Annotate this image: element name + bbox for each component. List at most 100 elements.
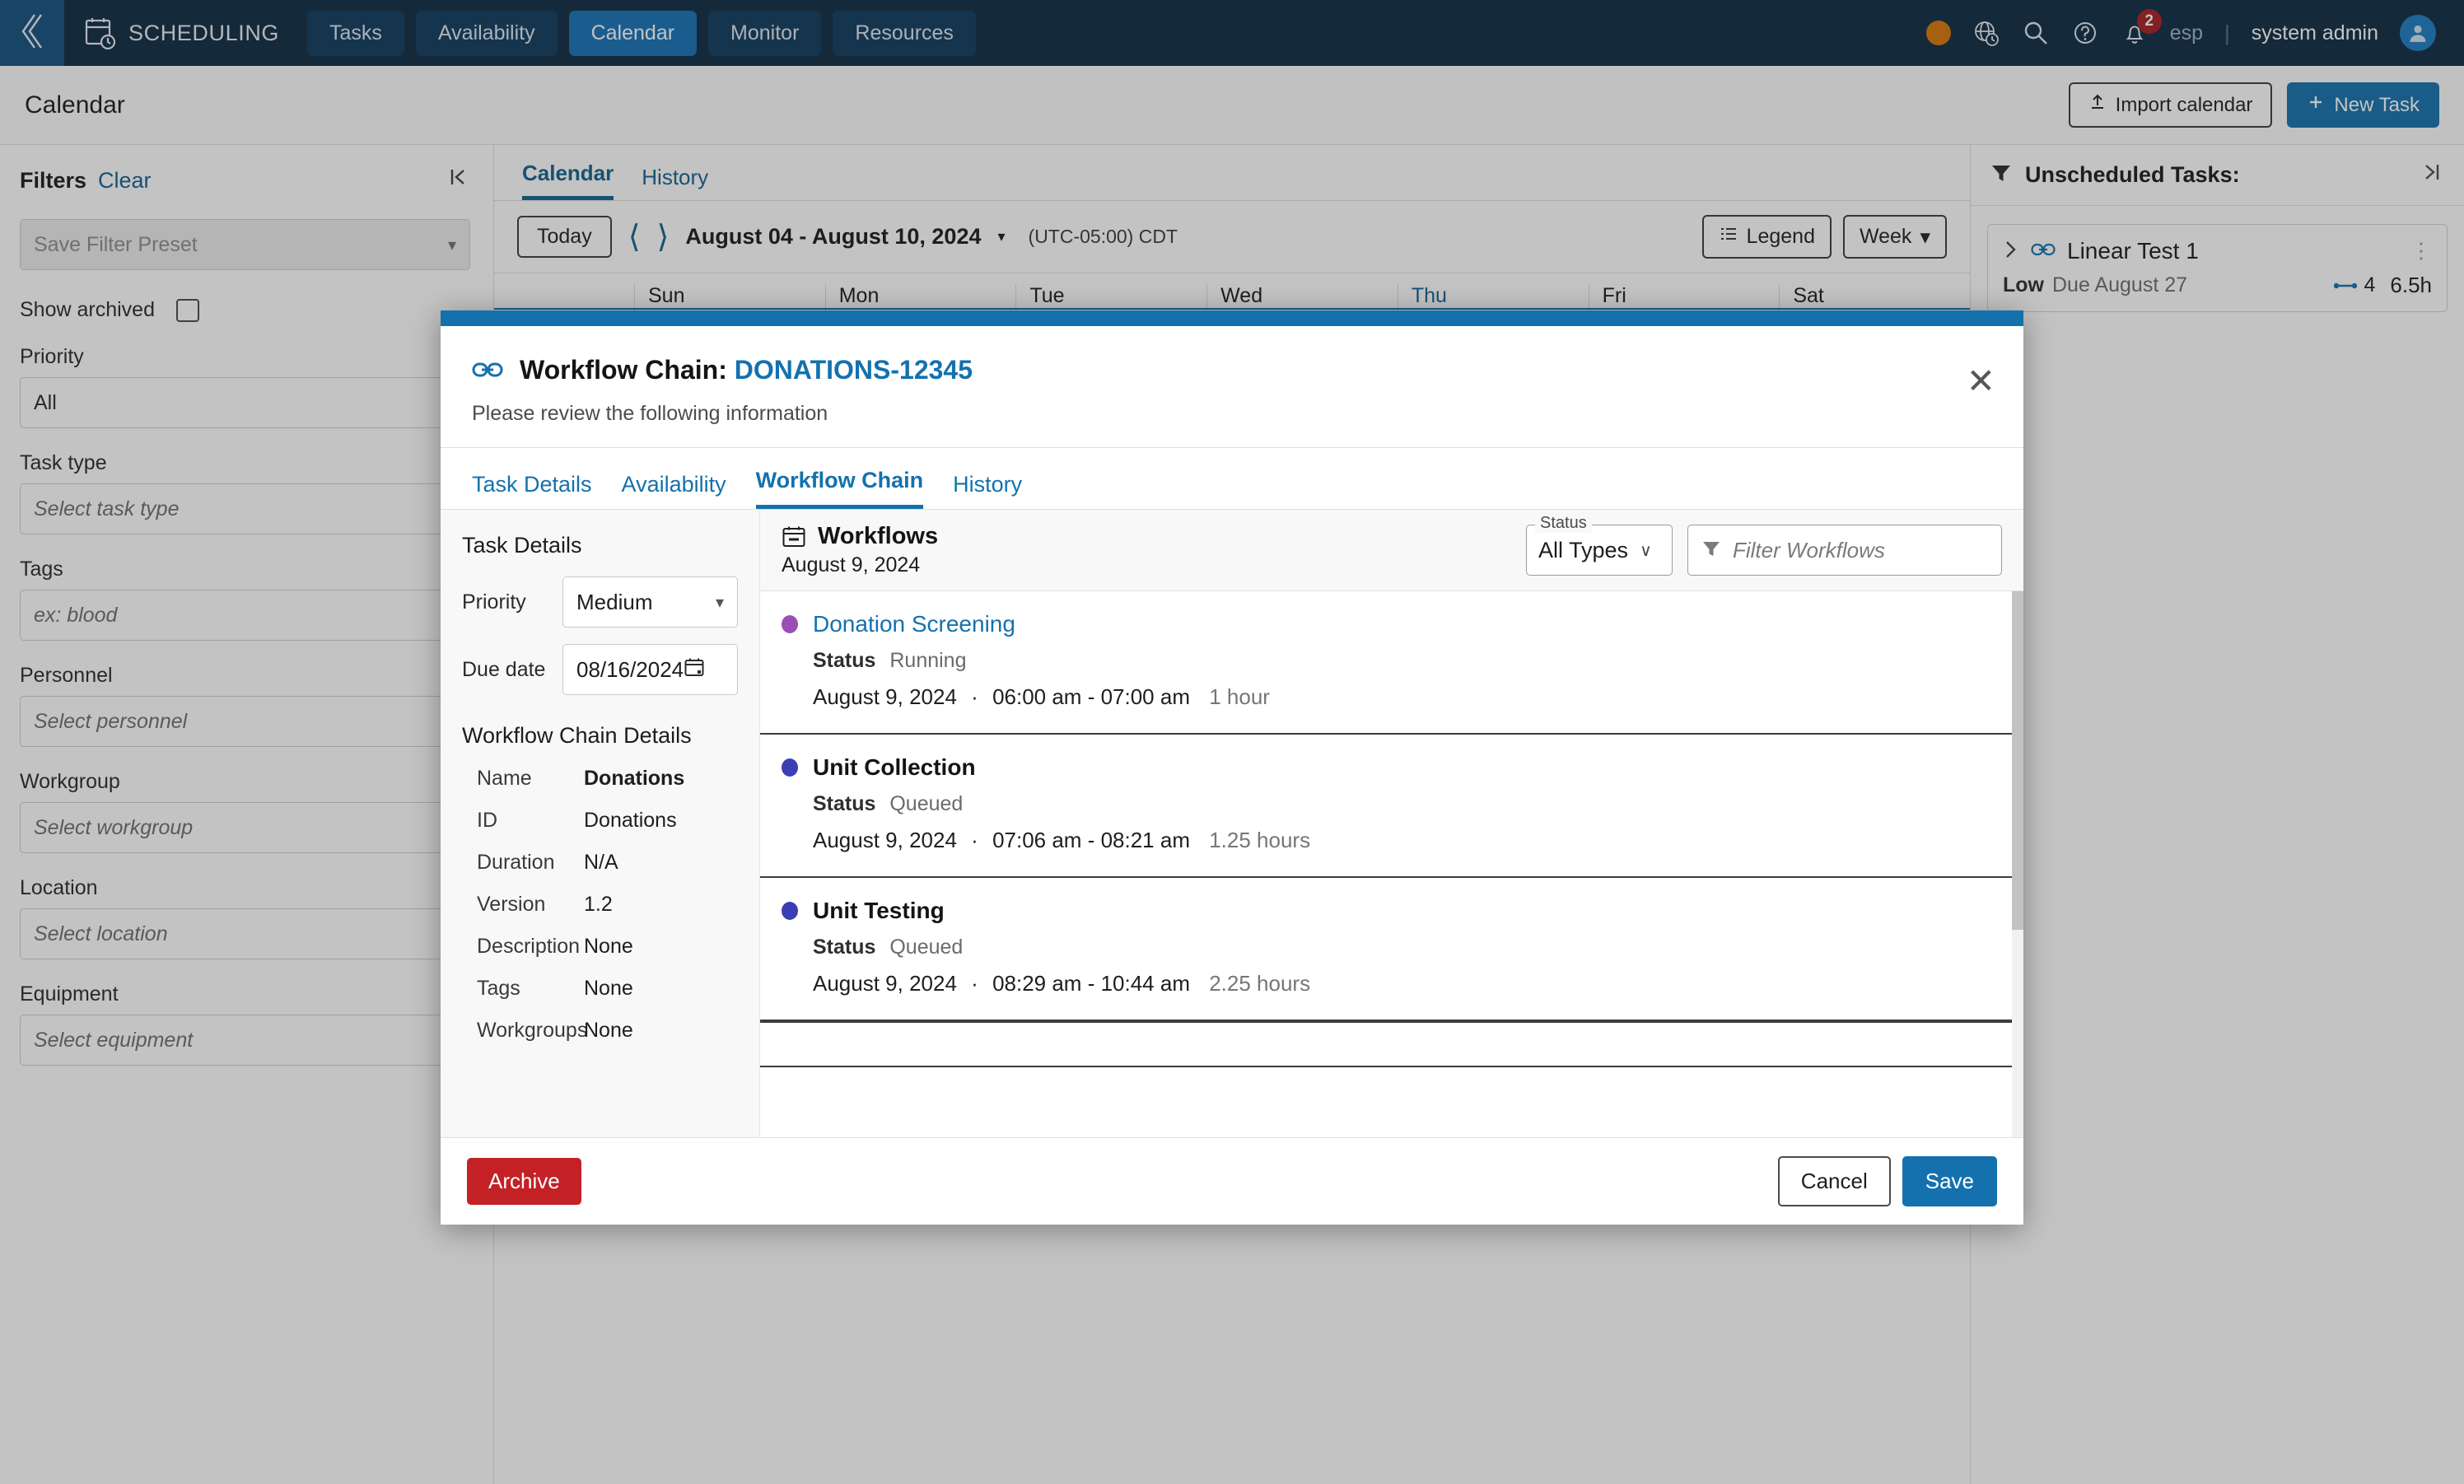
modal-title-code[interactable]: DONATIONS-12345 bbox=[735, 355, 973, 385]
detail-key: Version bbox=[477, 893, 546, 916]
detail-row-description: Description None bbox=[462, 935, 738, 959]
workflow-status-label: Status bbox=[813, 792, 876, 815]
filter-workflows-placeholder: Filter Workflows bbox=[1733, 537, 1885, 562]
detail-row-version: Version 1.2 bbox=[462, 893, 738, 917]
close-icon[interactable]: ✕ bbox=[1967, 364, 1995, 399]
workflows-header: Workflows August 9, 2024 Status All Type… bbox=[760, 510, 2023, 591]
workflow-chain-modal: Workflow Chain: DONATIONS-12345 Please r… bbox=[441, 310, 2023, 1225]
modal-title-prefix: Workflow Chain: bbox=[520, 354, 727, 385]
workflow-status-row: Status Queued bbox=[813, 792, 2002, 816]
workflow-name[interactable]: Unit Testing bbox=[813, 898, 945, 924]
priority-label: Priority bbox=[462, 590, 526, 614]
detail-value: None bbox=[584, 977, 633, 1000]
priority-row: Priority Medium ▾ bbox=[462, 576, 738, 628]
task-details-title: Task Details bbox=[462, 533, 582, 558]
detail-key: Duration bbox=[477, 851, 555, 874]
modal-tab-task-details[interactable]: Task Details bbox=[472, 472, 592, 509]
archive-button[interactable]: Archive bbox=[467, 1158, 581, 1205]
save-button[interactable]: Save bbox=[1902, 1156, 1997, 1206]
priority-select[interactable]: Medium ▾ bbox=[562, 576, 738, 628]
workflow-item-donation-screening[interactable]: Donation Screening Status Running August… bbox=[760, 591, 2023, 735]
status-filter-select[interactable]: Status All Types ∨ bbox=[1526, 514, 1673, 576]
modal-tab-history[interactable]: History bbox=[953, 472, 1022, 509]
filter-icon bbox=[1701, 539, 1721, 562]
workflow-name[interactable]: Donation Screening bbox=[813, 611, 1015, 637]
modal-workflows-column: Workflows August 9, 2024 Status All Type… bbox=[760, 510, 2023, 1137]
due-date-label: Due date bbox=[462, 657, 546, 681]
detail-row-id: ID Donations bbox=[462, 809, 738, 833]
detail-row-tags: Tags None bbox=[462, 977, 738, 1001]
cancel-button[interactable]: Cancel bbox=[1777, 1156, 1891, 1206]
detail-row-duration: Duration N/A bbox=[462, 851, 738, 875]
filter-workflows-input[interactable]: Filter Workflows bbox=[1687, 525, 2002, 576]
workflows-header-right: Status All Types ∨ Filter Workflows bbox=[1526, 514, 2002, 576]
workflows-title-row: Workflows bbox=[782, 523, 938, 550]
detail-value: N/A bbox=[584, 851, 618, 874]
status-dot-icon bbox=[782, 758, 798, 777]
modal-details-column: Task Details Priority Medium ▾ Due date … bbox=[441, 510, 760, 1137]
workflows-header-left: Workflows August 9, 2024 bbox=[782, 523, 938, 577]
workflow-item-partial[interactable] bbox=[760, 1021, 2023, 1067]
workflow-status-value: Queued bbox=[889, 936, 964, 959]
workflow-status-label: Status bbox=[813, 936, 876, 959]
detail-row-name: Name Donations bbox=[462, 767, 738, 791]
detail-key: Name bbox=[477, 767, 532, 790]
workflows-list: Donation Screening Status Running August… bbox=[760, 591, 2023, 1137]
modal-body: Task Details Priority Medium ▾ Due date … bbox=[441, 510, 2023, 1137]
workflow-status-row: Status Running bbox=[813, 649, 2002, 673]
workflow-date: August 9, 2024 bbox=[813, 684, 957, 709]
workflows-scrollbar-thumb[interactable] bbox=[2012, 591, 2023, 931]
workflow-name[interactable]: Unit Collection bbox=[813, 754, 976, 781]
status-dot-icon bbox=[782, 615, 798, 633]
modal-subtitle: Please review the following information bbox=[472, 402, 828, 425]
workflow-when-row: August 9, 2024 · 07:06 am - 08:21 am 1.2… bbox=[813, 828, 2002, 853]
chevron-down-icon: ∨ bbox=[1640, 541, 1652, 560]
due-date-input[interactable]: 08/16/2024 bbox=[562, 644, 738, 695]
workflow-duration: 2.25 hours bbox=[1209, 971, 1311, 996]
workflow-item-title-row: Donation Screening bbox=[782, 611, 2002, 637]
workflow-item-unit-collection[interactable]: Unit Collection Status Queued August 9, … bbox=[760, 735, 2023, 878]
workflows-scrollbar[interactable] bbox=[2012, 591, 2023, 1137]
modal-title: Workflow Chain: DONATIONS-12345 bbox=[520, 355, 973, 385]
workflow-duration: 1.25 hours bbox=[1209, 828, 1311, 852]
modal-tab-workflow-chain[interactable]: Workflow Chain bbox=[755, 468, 924, 509]
workflow-chain-details-title: Workflow Chain Details bbox=[462, 723, 692, 748]
modal-header: Workflow Chain: DONATIONS-12345 Please r… bbox=[441, 326, 2023, 447]
workflows-title: Workflows bbox=[818, 523, 939, 549]
workflow-item-unit-testing[interactable]: Unit Testing Status Queued August 9, 202… bbox=[760, 878, 2023, 1021]
workflow-time: 07:06 am - 08:21 am bbox=[992, 828, 1190, 852]
workflow-when-row: August 9, 2024 · 06:00 am - 07:00 am 1 h… bbox=[813, 684, 2002, 710]
workflow-time: 08:29 am - 10:44 am bbox=[992, 971, 1190, 996]
detail-key: Workgroups bbox=[477, 1019, 588, 1042]
modal-tabs: Task Details Availability Workflow Chain… bbox=[441, 447, 2023, 510]
calendar-icon bbox=[782, 525, 806, 549]
status-filter-legend: Status bbox=[1535, 514, 1592, 533]
detail-key: ID bbox=[477, 809, 497, 832]
workflow-status-value: Queued bbox=[889, 792, 964, 815]
due-date-value: 08/16/2024 bbox=[576, 656, 684, 682]
due-date-row: Due date 08/16/2024 bbox=[462, 644, 738, 695]
chevron-down-icon: ▾ bbox=[715, 593, 724, 612]
workflow-item-title-row: Unit Testing bbox=[782, 898, 2002, 924]
detail-value: None bbox=[584, 1019, 633, 1042]
workflow-item-title-row: Unit Collection bbox=[782, 754, 2002, 781]
link-chain-icon bbox=[472, 354, 503, 385]
detail-value: None bbox=[584, 935, 633, 958]
workflow-duration: 1 hour bbox=[1209, 684, 1270, 709]
workflow-separator: · bbox=[971, 828, 978, 852]
modal-title-row: Workflow Chain: DONATIONS-12345 bbox=[472, 354, 1992, 385]
workflow-separator: · bbox=[971, 684, 978, 709]
status-filter-value: All Types bbox=[1538, 537, 1629, 562]
workflow-time: 06:00 am - 07:00 am bbox=[992, 684, 1190, 709]
status-dot-icon bbox=[782, 902, 798, 920]
workflows-date: August 9, 2024 bbox=[782, 553, 921, 576]
workflow-status-label: Status bbox=[813, 649, 876, 672]
workflow-separator: · bbox=[971, 971, 978, 996]
detail-key: Description bbox=[477, 935, 581, 958]
calendar-icon[interactable] bbox=[684, 656, 705, 684]
modal-tab-availability[interactable]: Availability bbox=[622, 472, 726, 509]
priority-value: Medium bbox=[576, 589, 653, 614]
detail-value: Donations bbox=[584, 809, 677, 832]
workflow-status-value: Running bbox=[889, 649, 967, 672]
detail-value: 1.2 bbox=[584, 893, 613, 916]
